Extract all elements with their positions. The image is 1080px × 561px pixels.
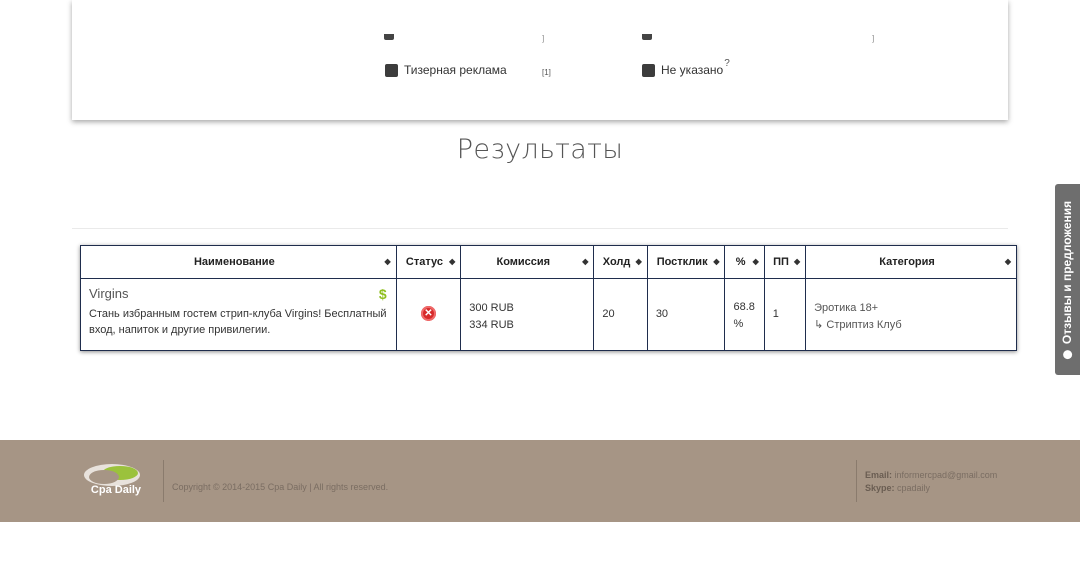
cell-postclick: 30 bbox=[646, 278, 726, 351]
cell-name: Virgins Стань избранным гостем стрип-клу… bbox=[80, 278, 397, 351]
col-header-pp[interactable]: ПП ◆ bbox=[763, 245, 807, 279]
col-header-percent[interactable]: % ◆ bbox=[724, 245, 765, 279]
sort-icon[interactable]: ◆ bbox=[385, 257, 391, 266]
copyright-text: Copyright © 2014-2015 Cpa Daily | All ri… bbox=[172, 482, 389, 492]
sort-icon[interactable]: ◆ bbox=[753, 257, 759, 266]
skype-label: Skype: bbox=[865, 483, 895, 493]
category-link[interactable]: Эротика 18+ bbox=[814, 300, 1008, 317]
filter-panel: ] ] Тизерная реклама [1] Не указано ? bbox=[72, 0, 1008, 120]
help-icon[interactable]: ? bbox=[724, 58, 730, 69]
checkbox[interactable] bbox=[642, 63, 655, 77]
col-header-commission[interactable]: Комиссия ◆ bbox=[460, 245, 595, 279]
sort-icon[interactable]: ◆ bbox=[794, 257, 800, 266]
cell-category: Эротика 18+ ↳ Стриптиз Клуб bbox=[805, 278, 1017, 351]
sort-icon[interactable]: ◆ bbox=[1005, 257, 1011, 266]
table-header-row: Наименование ◆ Статус ◆ Комиссия ◆ Холд … bbox=[80, 245, 1017, 279]
status-inactive-icon: ✕ bbox=[420, 306, 436, 321]
sort-icon[interactable]: ◆ bbox=[636, 257, 642, 266]
email-link[interactable]: informercpad@gmail.com bbox=[895, 470, 998, 480]
lightbulb-icon bbox=[1063, 349, 1072, 359]
subcategory-link[interactable]: ↳ Стриптиз Клуб bbox=[814, 317, 1008, 334]
checkbox[interactable] bbox=[385, 63, 398, 77]
offer-description: Стань избранным гостем стрип-клуба Virgi… bbox=[89, 308, 387, 336]
cell-hold: 20 bbox=[593, 278, 648, 351]
filter-label: Тизерная реклама bbox=[404, 63, 507, 77]
filter-count-cut: ] bbox=[542, 34, 545, 43]
col-header-name[interactable]: Наименование ◆ bbox=[80, 245, 397, 279]
cell-status: ✕ bbox=[395, 278, 462, 351]
results-table: Наименование ◆ Статус ◆ Комиссия ◆ Холд … bbox=[80, 245, 1017, 351]
divider bbox=[72, 228, 1008, 229]
filter-teaser-ads[interactable]: Тизерная реклама bbox=[385, 63, 507, 77]
dollar-icon: $ bbox=[378, 286, 387, 302]
sort-icon[interactable]: ◆ bbox=[449, 257, 455, 266]
footer-divider bbox=[856, 460, 857, 502]
offer-title-link[interactable]: Virgins bbox=[89, 286, 388, 301]
skype-line: Skype: cpadaily bbox=[865, 482, 997, 495]
table-row: Virgins Стань избранным гостем стрип-клу… bbox=[80, 278, 1017, 351]
logo-text: Cpa Daily bbox=[90, 484, 142, 496]
sort-icon[interactable]: ◆ bbox=[582, 257, 588, 266]
skype-value: cpadaily bbox=[897, 483, 931, 493]
feedback-label: Отзывы и предложения bbox=[1060, 200, 1075, 344]
cell-commission: 300 RUB 334 RUB bbox=[460, 278, 595, 351]
filter-count-cut: ] bbox=[872, 34, 875, 43]
filter-checkbox-cut[interactable] bbox=[642, 34, 652, 40]
commission-value: 334 RUB bbox=[469, 319, 514, 331]
footer-divider bbox=[163, 460, 164, 502]
cell-percent: 68.8 % bbox=[724, 278, 765, 351]
filter-label: Не указано bbox=[661, 63, 724, 77]
footer: Cpa Daily Copyright © 2014-2015 Cpa Dail… bbox=[0, 440, 1080, 522]
feedback-tab[interactable]: Отзывы и предложения bbox=[1055, 184, 1080, 375]
col-header-category[interactable]: Категория ◆ bbox=[805, 245, 1017, 279]
commission-value: 300 RUB bbox=[469, 302, 514, 314]
filter-checkbox-cut[interactable] bbox=[384, 34, 394, 40]
contacts: Email: informercpad@gmail.com Skype: cpa… bbox=[865, 469, 997, 495]
col-header-status[interactable]: Статус ◆ bbox=[395, 245, 462, 279]
email-line: Email: informercpad@gmail.com bbox=[865, 469, 997, 482]
filter-not-specified[interactable]: Не указано ? bbox=[642, 58, 730, 77]
cell-pp: 1 bbox=[763, 278, 807, 351]
results-title: Результаты bbox=[456, 134, 624, 165]
filter-count: [1] bbox=[542, 68, 551, 77]
email-label: Email: bbox=[865, 470, 893, 480]
cpa-daily-logo[interactable]: Cpa Daily bbox=[82, 462, 150, 502]
col-header-postclick[interactable]: Постклик ◆ bbox=[646, 245, 726, 279]
col-header-hold[interactable]: Холд ◆ bbox=[593, 245, 648, 279]
sort-icon[interactable]: ◆ bbox=[713, 257, 719, 266]
